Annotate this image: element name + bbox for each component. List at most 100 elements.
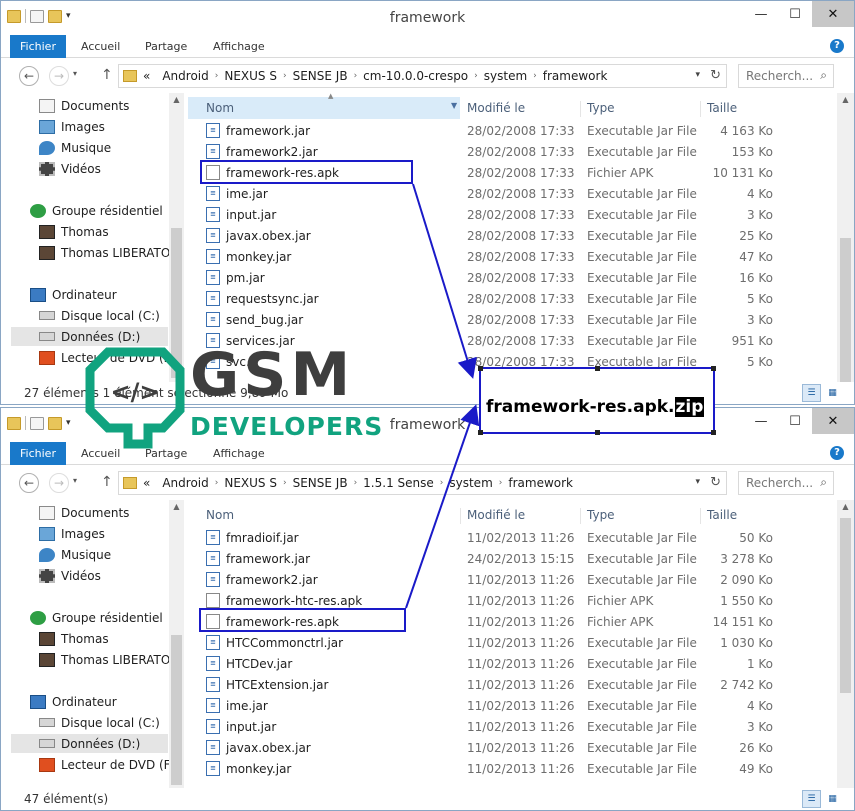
nav-item-homegroup[interactable]: Groupe résidentiel (30, 608, 163, 627)
nav-item-drive-c[interactable]: Disque local (C:) (39, 713, 160, 732)
table-row[interactable]: ≡ monkey.jar 28/02/2008 17:33 Executable Ja… (188, 246, 854, 267)
details-view-icon[interactable]: ☰ (802, 384, 821, 402)
table-row[interactable]: ≡ fmradioif.jar 11/02/2013 11:26 Executable… (188, 527, 854, 548)
table-row[interactable]: ≡ requestsync.jar 28/02/2008 17:33 Executab… (188, 288, 854, 309)
nav-item-documents[interactable]: Documents (39, 96, 129, 115)
large-icons-view-icon[interactable]: ▦ (823, 384, 842, 402)
table-row[interactable]: ≡ HTCCommonctrl.jar 11/02/2013 11:26 Execut… (188, 632, 854, 653)
nav-item-images[interactable]: Images (39, 117, 105, 136)
breadcrumb-item[interactable]: SENSE JB (293, 476, 348, 490)
address-bar[interactable]: « Android › NEXUS S › SENSE JB › cm-10.0.0-… (118, 64, 727, 88)
table-row[interactable]: ≡ framework2.jar 11/02/2013 11:26 Executabl… (188, 569, 854, 590)
nav-item-images[interactable]: Images (39, 524, 105, 543)
nav-item-music[interactable]: Musique (39, 545, 111, 564)
large-icons-view-icon[interactable]: ▦ (823, 790, 842, 808)
header-type[interactable]: Type (587, 101, 615, 115)
table-row[interactable]: ≡ ime.jar 11/02/2013 11:26 Executable Jar F… (188, 695, 854, 716)
header-type[interactable]: Type (587, 508, 615, 522)
scroll-thumb[interactable] (840, 518, 851, 693)
header-modified[interactable]: Modifié le (467, 508, 525, 522)
maximize-button[interactable]: ☐ (778, 1, 812, 27)
breadcrumb-item[interactable]: Android (162, 69, 208, 83)
scroll-up-icon[interactable]: ▲ (837, 502, 854, 511)
tab-accueil[interactable]: Accueil (81, 35, 120, 58)
scroll-up-icon[interactable]: ▲ (837, 95, 854, 104)
breadcrumb-item[interactable]: 1.5.1 Sense (363, 476, 434, 490)
nav-scrollbar[interactable]: ▲ (169, 500, 184, 788)
table-row[interactable]: ≡ framework2.jar 28/02/2008 17:33 Executabl… (188, 141, 854, 162)
maximize-button[interactable]: ☐ (778, 408, 812, 434)
table-row[interactable]: ≡ framework.jar 24/02/2013 15:15 Executable… (188, 548, 854, 569)
table-row[interactable]: ≡ javax.obex.jar 28/02/2008 17:33 Executabl… (188, 225, 854, 246)
column-divider[interactable] (580, 508, 581, 524)
scroll-thumb[interactable] (840, 238, 851, 383)
nav-item-computer[interactable]: Ordinateur (30, 285, 117, 304)
nav-item-computer[interactable]: Ordinateur (30, 692, 117, 711)
table-row[interactable]: ≡ framework.jar 28/02/2008 17:33 Executable… (188, 120, 854, 141)
chevron-right-icon[interactable]: › (215, 71, 219, 81)
minimize-button[interactable]: — (744, 1, 778, 27)
scroll-thumb[interactable] (171, 635, 182, 785)
breadcrumb-item[interactable]: NEXUS S (224, 69, 277, 83)
nav-item-homegroup[interactable]: Groupe résidentiel (30, 201, 163, 220)
refresh-icon[interactable]: ↻ (710, 68, 721, 83)
header-name[interactable]: Nom (206, 101, 234, 115)
chevron-right-icon[interactable]: › (283, 478, 287, 488)
breadcrumb-item[interactable]: SENSE JB (293, 69, 348, 83)
back-button[interactable]: ← (19, 473, 39, 493)
chevron-right-icon[interactable]: › (354, 71, 358, 81)
recent-dropdown-icon[interactable]: ▾ (73, 476, 77, 485)
breadcrumb-item[interactable]: framework (543, 69, 608, 83)
nav-item-videos[interactable]: Vidéos (39, 159, 101, 178)
close-button[interactable]: ✕ (812, 1, 854, 27)
help-icon[interactable]: ? (830, 39, 844, 53)
chevron-right-icon[interactable]: › (474, 71, 478, 81)
breadcrumb-item[interactable]: framework (508, 476, 573, 490)
table-row[interactable]: ≡ send_bug.jar 28/02/2008 17:33 Executable … (188, 309, 854, 330)
search-input[interactable]: Recherch... ⌕ (738, 64, 834, 88)
nav-item-user-thomas-liberato[interactable]: Thomas LIBERATO (39, 650, 170, 669)
nav-item-drive-c[interactable]: Disque local (C:) (39, 306, 160, 325)
chevron-right-icon[interactable]: › (533, 71, 537, 81)
nav-item-dvd[interactable]: Lecteur de DVD (F:) (39, 755, 178, 774)
nav-item-videos[interactable]: Vidéos (39, 566, 101, 585)
table-row[interactable]: ≡ HTCDev.jar 11/02/2013 11:26 Executable Ja… (188, 653, 854, 674)
breadcrumb-item[interactable]: system (484, 69, 527, 83)
breadcrumb-item[interactable]: system (449, 476, 492, 490)
close-button[interactable]: ✕ (812, 408, 854, 434)
nav-item-music[interactable]: Musique (39, 138, 111, 157)
tab-fichier[interactable]: Fichier (10, 442, 66, 465)
address-dropdown-icon[interactable]: ▾ (695, 70, 700, 80)
header-name[interactable]: Nom (206, 508, 234, 522)
chevron-right-icon[interactable]: › (440, 478, 444, 488)
header-size[interactable]: Taille (707, 101, 737, 115)
help-icon[interactable]: ? (830, 446, 844, 460)
tab-fichier[interactable]: Fichier (10, 35, 66, 58)
address-dropdown-icon[interactable]: ▾ (695, 477, 700, 487)
file-list-scrollbar[interactable]: ▲ (837, 500, 854, 788)
breadcrumb-item[interactable]: Android (162, 476, 208, 490)
file-list-scrollbar[interactable]: ▲ (837, 93, 854, 383)
table-row[interactable]: ≡ ime.jar 28/02/2008 17:33 Executable Jar F… (188, 183, 854, 204)
header-size[interactable]: Taille (707, 508, 737, 522)
address-bar[interactable]: « Android › NEXUS S › SENSE JB › 1.5.1 Sens… (118, 471, 727, 495)
column-divider[interactable] (580, 101, 581, 117)
breadcrumb-item[interactable]: cm-10.0.0-crespo (363, 69, 468, 83)
column-filter-icon[interactable]: ▼ (451, 101, 457, 110)
column-divider[interactable] (700, 508, 701, 524)
refresh-icon[interactable]: ↻ (710, 475, 721, 490)
column-divider[interactable] (700, 101, 701, 117)
search-input[interactable]: Recherch... ⌕ (738, 471, 834, 495)
breadcrumb-item[interactable]: NEXUS S (224, 476, 277, 490)
up-button[interactable]: ↑ (101, 474, 113, 490)
table-row[interactable]: ≡ javax.obex.jar 11/02/2013 11:26 Executabl… (188, 737, 854, 758)
tab-affichage[interactable]: Affichage (213, 35, 265, 58)
back-button[interactable]: ← (19, 66, 39, 86)
header-modified[interactable]: Modifié le (467, 101, 525, 115)
table-row[interactable]: ≡ input.jar 28/02/2008 17:33 Executable Jar… (188, 204, 854, 225)
tab-partage[interactable]: Partage (145, 35, 187, 58)
nav-scrollbar[interactable]: ▲ (169, 93, 184, 382)
table-row[interactable]: ≡ input.jar 11/02/2013 11:26 Executable Jar… (188, 716, 854, 737)
forward-button[interactable]: → (49, 473, 69, 493)
column-divider[interactable] (460, 508, 461, 524)
